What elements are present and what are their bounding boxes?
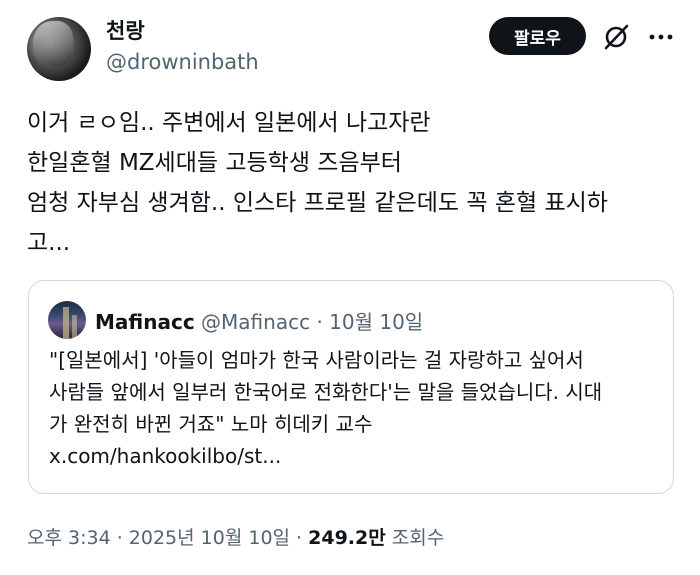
views-count[interactable]: 249.2만	[308, 527, 386, 549]
quoted-tweet-card[interactable]: Mafinacc @Mafinacc · 10월 10일 "[일본에서] '아들…	[28, 280, 674, 494]
tweet-header: 천랑 @drowninbath 팔로우	[0, 0, 700, 90]
tweet-text-line: 한일혼혈 MZ세대들 고등학생 즈음부터	[27, 150, 402, 176]
more-dots-icon[interactable]	[646, 22, 676, 52]
timestamp[interactable]: 오후 3:34 · 2025년 10월 10일 ·	[27, 527, 308, 549]
tweet-text-line: 고...	[27, 230, 71, 256]
tweet-text-line: 엄청 자부심 생겨함.. 인스타 프로필 같은데도 꼭 혼혈 표시하	[27, 190, 608, 216]
quoted-date[interactable]: 10월 10일	[329, 310, 423, 334]
tweet-footer: 오후 3:34 · 2025년 10월 10일 · 249.2만 조회수	[27, 523, 444, 550]
quoted-author-handle[interactable]: @Mafinacc	[201, 310, 310, 334]
follow-button[interactable]: 팔로우	[489, 17, 586, 55]
author-display-name[interactable]: 천랑	[106, 15, 145, 45]
author-avatar[interactable]	[27, 17, 91, 81]
author-handle[interactable]: @drowninbath	[106, 50, 259, 74]
quoted-text-line: 가 완전히 바뀐 거죠" 노마 히데키 교수	[49, 412, 373, 436]
grok-slash-icon[interactable]	[601, 22, 631, 52]
meta-separator: ·	[316, 310, 323, 334]
quoted-author-avatar[interactable]	[48, 301, 86, 339]
tweet-text-line: 이거 ㄹㅇ임.. 주변에서 일본에서 나고자란	[27, 110, 431, 136]
quoted-text-line: 사람들 앞에서 일부러 한국어로 전화한다'는 말을 들었습니다. 시대	[49, 380, 603, 404]
quoted-text-line: "[일본에서] '아들이 엄마가 한국 사람이라는 걸 자랑하고 싶어서	[49, 348, 584, 372]
quoted-tweet-meta: Mafinacc @Mafinacc · 10월 10일	[95, 306, 423, 335]
quoted-link[interactable]: x.com/hankookilbo/st...	[49, 440, 659, 472]
tweet-text: 이거 ㄹㅇ임.. 주변에서 일본에서 나고자란 한일혼혈 MZ세대들 고등학생 …	[27, 103, 677, 263]
quoted-author-name[interactable]: Mafinacc	[95, 310, 195, 334]
views-label: 조회수	[385, 527, 445, 549]
quoted-tweet-text: "[일본에서] '아들이 엄마가 한국 사람이라는 걸 자랑하고 싶어서 사람들…	[49, 344, 659, 472]
